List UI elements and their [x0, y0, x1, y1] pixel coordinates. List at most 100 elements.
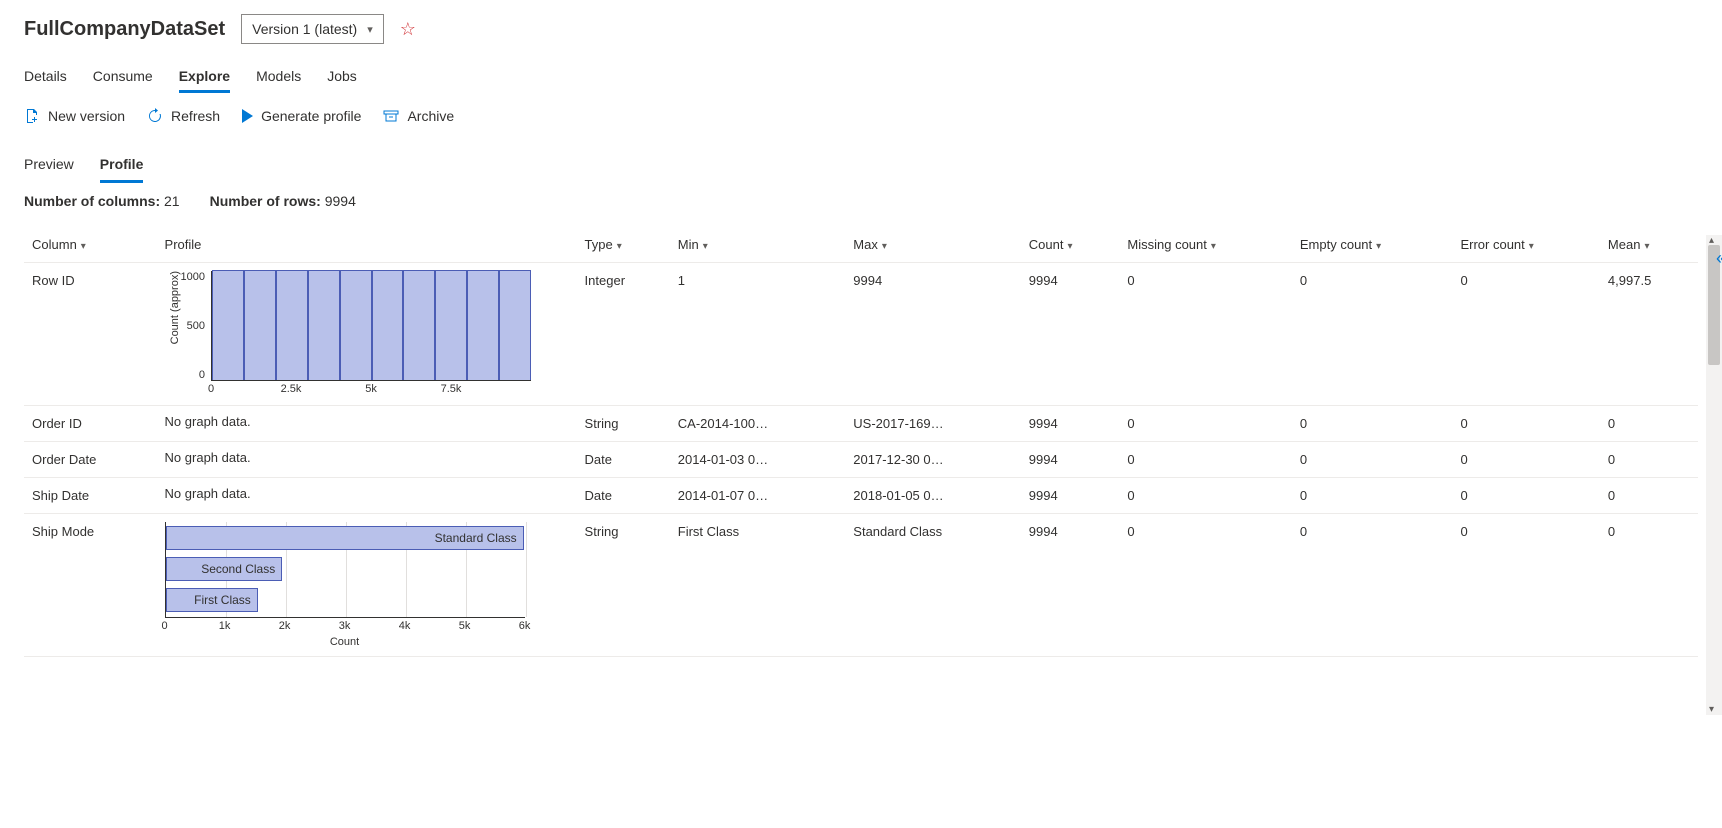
- cell-column: Ship Date: [24, 478, 157, 514]
- refresh-button[interactable]: Refresh: [147, 108, 220, 124]
- cell-count: 9994: [1021, 406, 1120, 442]
- chevron-down-icon: ▾: [882, 241, 887, 252]
- rows-label: Number of rows:: [210, 193, 321, 209]
- cell-column: Order Date: [24, 442, 157, 478]
- cell-missing: 0: [1119, 263, 1292, 406]
- th-min[interactable]: Min▾: [670, 227, 846, 263]
- x-axis-label: Count: [165, 636, 525, 648]
- cell-min: 2014-01-07 0…: [670, 478, 846, 514]
- th-profile: Profile: [157, 227, 577, 263]
- cell-max: 2018-01-05 0…: [845, 478, 1021, 514]
- table-row: Order Date No graph data. Date 2014-01-0…: [24, 442, 1698, 478]
- collapse-panel-icon[interactable]: «: [1716, 248, 1722, 269]
- cell-type: String: [577, 406, 670, 442]
- chevron-down-icon: ▾: [703, 241, 708, 252]
- cell-empty: 0: [1292, 478, 1453, 514]
- subtab-preview[interactable]: Preview: [24, 152, 74, 183]
- cell-count: 9994: [1021, 263, 1120, 406]
- table-row: Order ID No graph data. String CA-2014-1…: [24, 406, 1698, 442]
- cell-count: 9994: [1021, 514, 1120, 657]
- no-graph-text: No graph data.: [165, 450, 251, 465]
- th-mean[interactable]: Mean▾: [1600, 227, 1698, 263]
- cell-empty: 0: [1292, 514, 1453, 657]
- hbar-row: First Class: [166, 588, 258, 612]
- cell-type: Date: [577, 478, 670, 514]
- hbar-row: Second Class: [166, 557, 283, 581]
- subtab-profile[interactable]: Profile: [100, 152, 144, 183]
- chevron-down-icon: ▾: [617, 241, 622, 252]
- cell-mean: 0: [1600, 514, 1698, 657]
- th-column[interactable]: Column▾: [24, 227, 157, 263]
- cell-profile: No graph data.: [157, 478, 577, 514]
- generate-profile-button[interactable]: Generate profile: [242, 108, 361, 124]
- cell-column: Row ID: [24, 263, 157, 406]
- play-icon: [242, 109, 253, 123]
- cell-missing: 0: [1119, 442, 1292, 478]
- page-title: FullCompanyDataSet: [24, 18, 225, 41]
- y-axis-ticks: 10005000: [181, 271, 211, 381]
- y-axis-label: Count (approx): [165, 271, 181, 344]
- table-row: Ship Mode Standard Class Second Class Firs…: [24, 514, 1698, 657]
- new-version-label: New version: [48, 108, 125, 124]
- tab-models[interactable]: Models: [256, 62, 301, 93]
- version-select[interactable]: Version 1 (latest) ▾: [241, 14, 384, 44]
- star-icon[interactable]: ☆: [400, 19, 416, 40]
- version-label: Version 1 (latest): [252, 21, 357, 37]
- no-graph-text: No graph data.: [165, 414, 251, 429]
- chevron-down-icon: ▾: [1529, 241, 1534, 252]
- cell-mean: 0: [1600, 442, 1698, 478]
- cell-missing: 0: [1119, 406, 1292, 442]
- cell-count: 9994: [1021, 478, 1120, 514]
- dataset-stats: Number of columns: 21 Number of rows: 99…: [24, 193, 1698, 209]
- th-missing[interactable]: Missing count▾: [1119, 227, 1292, 263]
- cell-missing: 0: [1119, 514, 1292, 657]
- tab-consume[interactable]: Consume: [93, 62, 153, 93]
- cell-missing: 0: [1119, 478, 1292, 514]
- chevron-down-icon: ▾: [1644, 241, 1649, 252]
- cell-profile: No graph data.: [157, 406, 577, 442]
- refresh-icon: [147, 108, 163, 124]
- th-error[interactable]: Error count▾: [1452, 227, 1599, 263]
- vertical-scrollbar[interactable]: ▴ ▾: [1706, 235, 1722, 715]
- th-type[interactable]: Type▾: [577, 227, 670, 263]
- tab-jobs[interactable]: Jobs: [327, 62, 357, 93]
- cell-profile: No graph data.: [157, 442, 577, 478]
- new-version-icon: [24, 108, 40, 124]
- th-max[interactable]: Max▾: [845, 227, 1021, 263]
- table-row: Ship Date No graph data. Date 2014-01-07…: [24, 478, 1698, 514]
- cell-mean: 0: [1600, 478, 1698, 514]
- generate-profile-label: Generate profile: [261, 108, 361, 124]
- no-graph-text: No graph data.: [165, 486, 251, 501]
- cell-mean: 0: [1600, 406, 1698, 442]
- cell-error: 0: [1452, 514, 1599, 657]
- profile-table: Column▾ Profile Type▾ Min▾ Max▾ Count▾ M…: [24, 227, 1698, 657]
- th-empty[interactable]: Empty count▾: [1292, 227, 1453, 263]
- histogram-chart: Count (approx) 10005000 02.5k5k7.5k: [165, 271, 569, 397]
- hbar-row: Standard Class: [166, 526, 524, 550]
- scroll-down-icon: ▾: [1709, 704, 1714, 715]
- chevron-down-icon: ▾: [1068, 241, 1073, 252]
- cell-max: US-2017-169…: [845, 406, 1021, 442]
- chevron-down-icon: ▾: [1376, 241, 1381, 252]
- tab-details[interactable]: Details: [24, 62, 67, 93]
- cell-error: 0: [1452, 442, 1599, 478]
- table-row: Row ID Count (approx) 10005000 02.5k5k7.…: [24, 263, 1698, 406]
- cell-column: Order ID: [24, 406, 157, 442]
- archive-button[interactable]: Archive: [383, 108, 454, 124]
- cell-empty: 0: [1292, 406, 1453, 442]
- cell-min: 1: [670, 263, 846, 406]
- th-count[interactable]: Count▾: [1021, 227, 1120, 263]
- tab-explore[interactable]: Explore: [179, 62, 230, 93]
- refresh-label: Refresh: [171, 108, 220, 124]
- cell-empty: 0: [1292, 442, 1453, 478]
- cell-error: 0: [1452, 406, 1599, 442]
- cell-type: String: [577, 514, 670, 657]
- cell-max: Standard Class: [845, 514, 1021, 657]
- cols-value: 21: [164, 193, 180, 209]
- hbar-chart: Standard ClassSecond ClassFirst Class 01…: [165, 522, 569, 648]
- new-version-button[interactable]: New version: [24, 108, 125, 124]
- cell-max: 9994: [845, 263, 1021, 406]
- subtabs: Preview Profile: [24, 152, 1698, 183]
- cell-profile: Standard ClassSecond ClassFirst Class 01…: [157, 514, 577, 657]
- cell-column: Ship Mode: [24, 514, 157, 657]
